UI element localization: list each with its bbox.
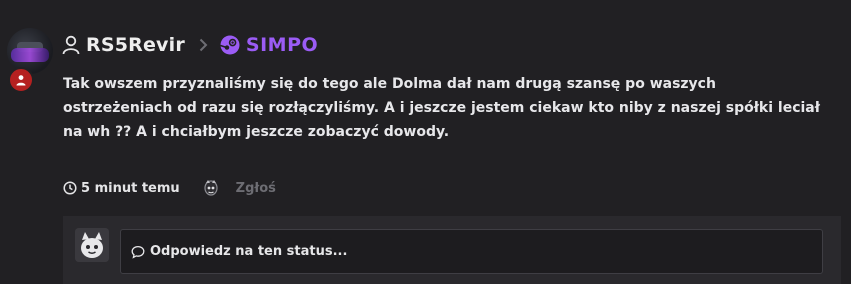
avatar-glow-shape [11, 48, 49, 62]
post-time[interactable]: 5 minut temu [63, 181, 180, 196]
reply-panel: Odpowiedz na ten status... [63, 216, 841, 284]
chevron-right-icon [199, 38, 208, 52]
reply-avatar [75, 228, 109, 262]
post-message: Tak owszem przyznaliśmy się do tego ale … [63, 76, 820, 140]
comment-icon [131, 245, 145, 259]
reply-placeholder: Odpowiedz na ten status... [150, 244, 348, 259]
clock-icon [63, 181, 77, 195]
author-name[interactable]: RS5Revir [86, 34, 185, 56]
post-header: RS5Revir SIMPO [62, 32, 318, 58]
post-time-label: 5 minut temu [81, 180, 180, 196]
group-name[interactable]: SIMPO [246, 34, 318, 56]
user-badge-icon [8, 67, 34, 93]
steam-icon [220, 35, 240, 55]
post-meta: 5 minut temu Zgłoś [63, 178, 276, 198]
report-link[interactable]: Zgłoś [236, 181, 276, 196]
author-avatar[interactable] [7, 28, 53, 74]
user-icon [62, 35, 80, 55]
reaction-icon[interactable] [202, 178, 220, 198]
reply-input[interactable]: Odpowiedz na ten status... [120, 229, 823, 274]
